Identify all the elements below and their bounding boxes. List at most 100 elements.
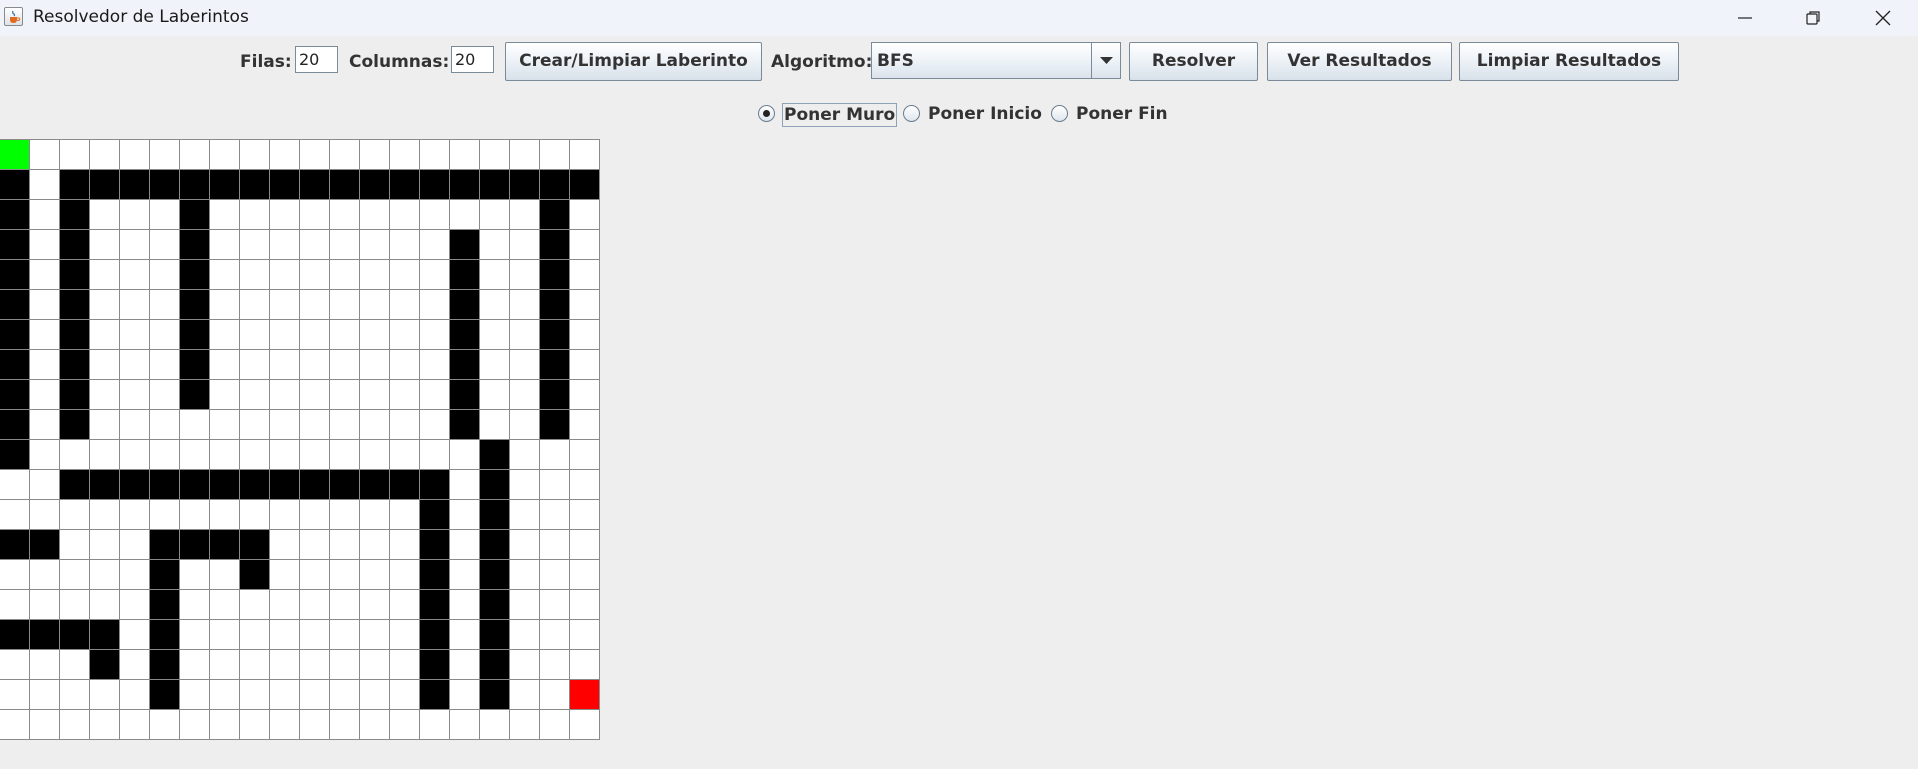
maze-cell-empty[interactable]: [120, 260, 150, 290]
maze-cell-empty[interactable]: [450, 470, 480, 500]
maze-cell-empty[interactable]: [330, 710, 360, 740]
maze-cell-wall[interactable]: [240, 170, 270, 200]
maze-cell-empty[interactable]: [270, 440, 300, 470]
maze-cell-empty[interactable]: [570, 530, 600, 560]
maze-cell-wall[interactable]: [180, 530, 210, 560]
maze-cell-empty[interactable]: [330, 440, 360, 470]
close-button[interactable]: [1848, 0, 1918, 36]
maze-cell-empty[interactable]: [300, 230, 330, 260]
maze-cell-empty[interactable]: [90, 230, 120, 260]
maze-cell-empty[interactable]: [360, 710, 390, 740]
maze-cell-empty[interactable]: [360, 410, 390, 440]
maze-cell-wall[interactable]: [0, 170, 30, 200]
maze-cell-empty[interactable]: [120, 440, 150, 470]
maze-cell-empty[interactable]: [360, 260, 390, 290]
maze-cell-wall[interactable]: [360, 470, 390, 500]
maze-cell-empty[interactable]: [390, 380, 420, 410]
maze-cell-empty[interactable]: [90, 290, 120, 320]
maze-cell-empty[interactable]: [420, 350, 450, 380]
maze-cell-empty[interactable]: [300, 200, 330, 230]
maze-cell-wall[interactable]: [480, 680, 510, 710]
maze-cell-wall[interactable]: [60, 170, 90, 200]
maze-cell-empty[interactable]: [360, 200, 390, 230]
maze-cell-empty[interactable]: [60, 530, 90, 560]
maze-cell-empty[interactable]: [300, 440, 330, 470]
maze-cell-end[interactable]: [570, 680, 600, 710]
minimize-button[interactable]: [1710, 0, 1780, 36]
maze-cell-empty[interactable]: [570, 350, 600, 380]
maze-cell-empty[interactable]: [510, 320, 540, 350]
maze-cell-empty[interactable]: [480, 230, 510, 260]
maze-cell-empty[interactable]: [30, 470, 60, 500]
maze-cell-empty[interactable]: [480, 710, 510, 740]
maze-cell-empty[interactable]: [0, 710, 30, 740]
maze-cell-empty[interactable]: [120, 710, 150, 740]
maze-cell-wall[interactable]: [390, 470, 420, 500]
maze-cell-empty[interactable]: [300, 140, 330, 170]
maze-cell-empty[interactable]: [480, 260, 510, 290]
maze-cell-empty[interactable]: [150, 260, 180, 290]
maze-cell-empty[interactable]: [420, 140, 450, 170]
maze-cell-empty[interactable]: [180, 710, 210, 740]
maze-cell-empty[interactable]: [360, 290, 390, 320]
maze-cell-empty[interactable]: [510, 590, 540, 620]
maze-cell-empty[interactable]: [300, 290, 330, 320]
maze-cell-empty[interactable]: [510, 260, 540, 290]
maze-cell-empty[interactable]: [450, 500, 480, 530]
maze-cell-wall[interactable]: [540, 170, 570, 200]
maze-cell-empty[interactable]: [180, 590, 210, 620]
maze-cell-empty[interactable]: [300, 530, 330, 560]
maze-cell-wall[interactable]: [180, 380, 210, 410]
maze-cell-wall[interactable]: [540, 260, 570, 290]
maze-cell-wall[interactable]: [150, 530, 180, 560]
maze-cell-start[interactable]: [0, 140, 30, 170]
maze-cell-empty[interactable]: [270, 500, 300, 530]
maze-cell-empty[interactable]: [240, 320, 270, 350]
maze-cell-wall[interactable]: [540, 350, 570, 380]
maze-cell-empty[interactable]: [480, 200, 510, 230]
maze-cell-empty[interactable]: [120, 140, 150, 170]
maze-cell-empty[interactable]: [90, 590, 120, 620]
maze-cell-empty[interactable]: [270, 620, 300, 650]
maze-cell-empty[interactable]: [570, 230, 600, 260]
maze-cell-wall[interactable]: [150, 620, 180, 650]
maze-cell-wall[interactable]: [510, 170, 540, 200]
maze-cell-empty[interactable]: [270, 710, 300, 740]
maze-cell-wall[interactable]: [180, 320, 210, 350]
maze-cell-empty[interactable]: [210, 230, 240, 260]
maze-cell-empty[interactable]: [240, 680, 270, 710]
maze-cell-empty[interactable]: [150, 230, 180, 260]
maze-cell-empty[interactable]: [240, 500, 270, 530]
maze-cell-empty[interactable]: [90, 530, 120, 560]
maze-cell-wall[interactable]: [150, 560, 180, 590]
maze-cell-empty[interactable]: [330, 290, 360, 320]
maze-cell-empty[interactable]: [330, 380, 360, 410]
maze-cell-empty[interactable]: [150, 320, 180, 350]
maze-cell-empty[interactable]: [330, 650, 360, 680]
maze-cell-empty[interactable]: [90, 500, 120, 530]
maze-cell-empty[interactable]: [540, 560, 570, 590]
maze-cell-empty[interactable]: [210, 410, 240, 440]
maze-cell-wall[interactable]: [60, 470, 90, 500]
maze-cell-wall[interactable]: [0, 380, 30, 410]
maze-cell-wall[interactable]: [420, 500, 450, 530]
maze-cell-empty[interactable]: [480, 410, 510, 440]
maze-cell-empty[interactable]: [210, 140, 240, 170]
maze-cell-empty[interactable]: [540, 680, 570, 710]
maze-cell-wall[interactable]: [420, 170, 450, 200]
radio-put-end[interactable]: Poner Fin: [1051, 103, 1171, 127]
maze-cell-wall[interactable]: [450, 260, 480, 290]
maze-cell-wall[interactable]: [420, 560, 450, 590]
maze-cell-empty[interactable]: [120, 590, 150, 620]
clear-results-button[interactable]: Limpiar Resultados: [1459, 42, 1679, 81]
maze-cell-empty[interactable]: [60, 590, 90, 620]
maze-cell-empty[interactable]: [150, 350, 180, 380]
maze-cell-empty[interactable]: [210, 500, 240, 530]
maze-cell-empty[interactable]: [420, 260, 450, 290]
maze-cell-empty[interactable]: [420, 230, 450, 260]
maze-cell-empty[interactable]: [60, 500, 90, 530]
maze-cell-empty[interactable]: [570, 410, 600, 440]
maze-cell-empty[interactable]: [540, 530, 570, 560]
maze-cell-empty[interactable]: [210, 590, 240, 620]
maze-cell-empty[interactable]: [510, 350, 540, 380]
